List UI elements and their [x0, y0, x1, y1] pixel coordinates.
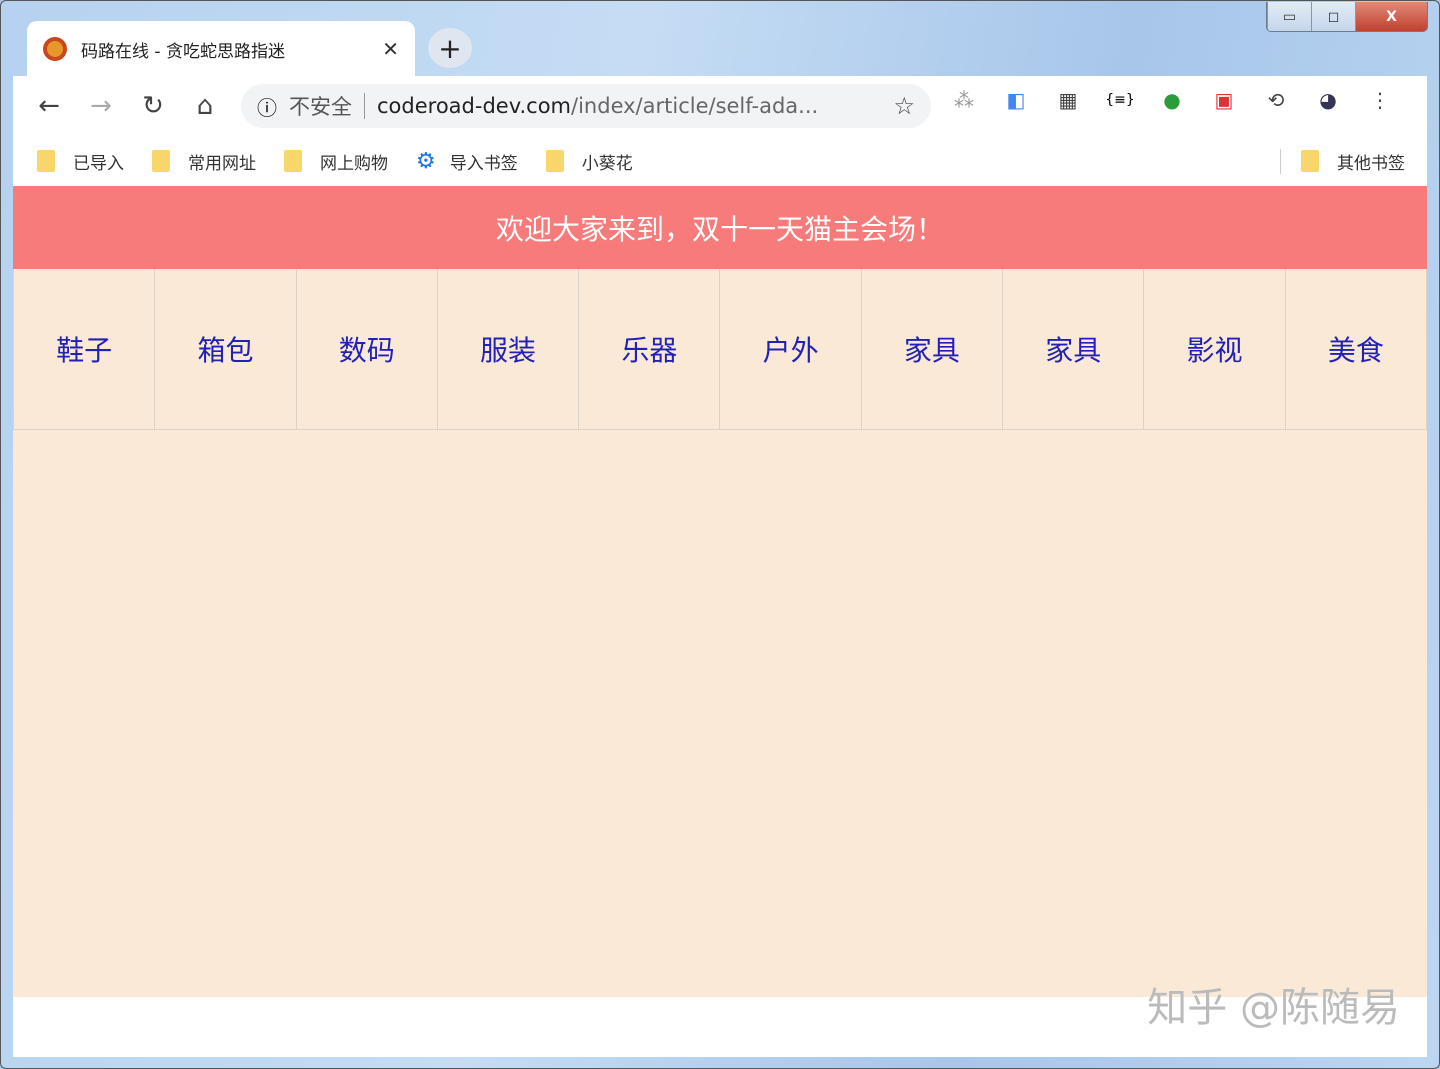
- bookmark-item[interactable]: 常用网址: [152, 149, 256, 174]
- extension-search-icon[interactable]: ●: [1146, 88, 1198, 112]
- menu-icon[interactable]: ⋮: [1354, 88, 1406, 112]
- history-icon[interactable]: ⟲: [1250, 88, 1302, 112]
- extensions: ⁂ ◧ ▦ {≡} ● ▣ ⟲ ◕ ⋮: [938, 88, 1406, 112]
- reload-icon[interactable]: ↻: [127, 91, 179, 121]
- category-nav: 鞋子 箱包 数码 服装 乐器 户外 家具 家具 影视 美食: [13, 269, 1427, 430]
- nav-link-video[interactable]: 影视: [1144, 269, 1286, 430]
- folder-icon: [37, 150, 55, 172]
- nav-link-food[interactable]: 美食: [1285, 269, 1427, 430]
- nav-link-shoes[interactable]: 鞋子: [13, 269, 156, 430]
- bookmark-item[interactable]: 小葵花: [545, 149, 633, 174]
- google-translate-icon[interactable]: ◧: [990, 88, 1042, 112]
- close-window-button[interactable]: X: [1355, 2, 1427, 31]
- toolbar: ← → ↻ ⌂ ⓘ 不安全 coderoad-dev.com/index/art…: [13, 76, 1427, 136]
- content-area: 鞋子 箱包 数码 服装 乐器 户外 家具 家具 影视 美食: [13, 269, 1427, 997]
- nav-link-outdoor[interactable]: 户外: [720, 269, 862, 430]
- divider: [364, 93, 365, 119]
- nav-link-digital[interactable]: 数码: [296, 269, 438, 430]
- bookmark-label: 小葵花: [581, 153, 633, 174]
- bookmark-label: 常用网址: [188, 153, 256, 174]
- other-bookmarks[interactable]: 其他书签: [1280, 148, 1405, 174]
- extension-tree-icon[interactable]: ⁂: [938, 88, 990, 112]
- watermark: 知乎 @陈随易: [1147, 985, 1400, 1031]
- back-icon[interactable]: ←: [23, 91, 75, 121]
- bookmark-item[interactable]: 网上购物: [284, 149, 388, 174]
- new-tab-button[interactable]: +: [428, 28, 472, 68]
- window-controls: ▭ ◻ X: [1266, 2, 1428, 32]
- folder-icon: [545, 150, 564, 172]
- home-icon[interactable]: ⌂: [179, 91, 231, 121]
- forward-icon[interactable]: →: [75, 91, 127, 121]
- folder-icon: [284, 150, 302, 172]
- info-icon[interactable]: ⓘ: [257, 92, 277, 121]
- bookmark-item[interactable]: ⚙ 导入书签: [416, 149, 518, 174]
- bookmark-label: 网上购物: [320, 153, 388, 174]
- tab-title: 码路在线 - 贪吃蛇思路指迷: [81, 41, 285, 62]
- minimize-button[interactable]: ▭: [1267, 2, 1311, 31]
- nav-link-clothing[interactable]: 服装: [437, 269, 580, 430]
- bookmark-item[interactable]: 已导入: [37, 149, 124, 174]
- address-bar[interactable]: ⓘ 不安全 coderoad-dev.com/index/article/sel…: [241, 84, 931, 128]
- extension-download-icon[interactable]: ▣: [1198, 88, 1250, 112]
- avatar[interactable]: ◕: [1302, 88, 1354, 112]
- folder-icon: [1301, 150, 1319, 172]
- gear-icon: ⚙: [416, 148, 436, 174]
- extension-apps-icon[interactable]: ▦: [1042, 88, 1094, 112]
- nav-link-furniture[interactable]: 家具: [861, 269, 1004, 430]
- folder-icon: [152, 150, 170, 172]
- browser-tab[interactable]: 码路在线 - 贪吃蛇思路指迷 ✕: [27, 21, 415, 77]
- bookmark-label: 导入书签: [449, 153, 518, 174]
- json-viewer-icon[interactable]: {≡}: [1094, 92, 1146, 108]
- url-domain: coderoad-dev.com: [377, 94, 572, 118]
- bookmark-label: 已导入: [73, 153, 124, 174]
- welcome-banner: 欢迎大家来到，双十一天猫主会场！: [13, 186, 1427, 269]
- bookmark-star-icon[interactable]: ☆: [893, 92, 915, 120]
- security-label: 不安全: [289, 95, 352, 119]
- web-page: 欢迎大家来到，双十一天猫主会场！ 鞋子 箱包 数码 服装 乐器 户外 家具 家具…: [13, 186, 1427, 1057]
- url-text[interactable]: coderoad-dev.com/index/article/self-ada.…: [377, 94, 893, 118]
- bookmark-label: 其他书签: [1337, 153, 1405, 174]
- nav-link-furniture-2[interactable]: 家具: [1003, 269, 1145, 430]
- nav-link-instruments[interactable]: 乐器: [579, 269, 721, 430]
- close-tab-icon[interactable]: ✕: [382, 37, 399, 61]
- maximize-button[interactable]: ◻: [1311, 2, 1355, 31]
- favicon-icon: [43, 37, 67, 61]
- url-path: /index/article/self-ada...: [571, 94, 819, 118]
- nav-link-bags[interactable]: 箱包: [155, 269, 297, 430]
- bookmarks-bar: 已导入 常用网址 网上购物 ⚙ 导入书签 小葵花 其他书签: [13, 136, 1427, 186]
